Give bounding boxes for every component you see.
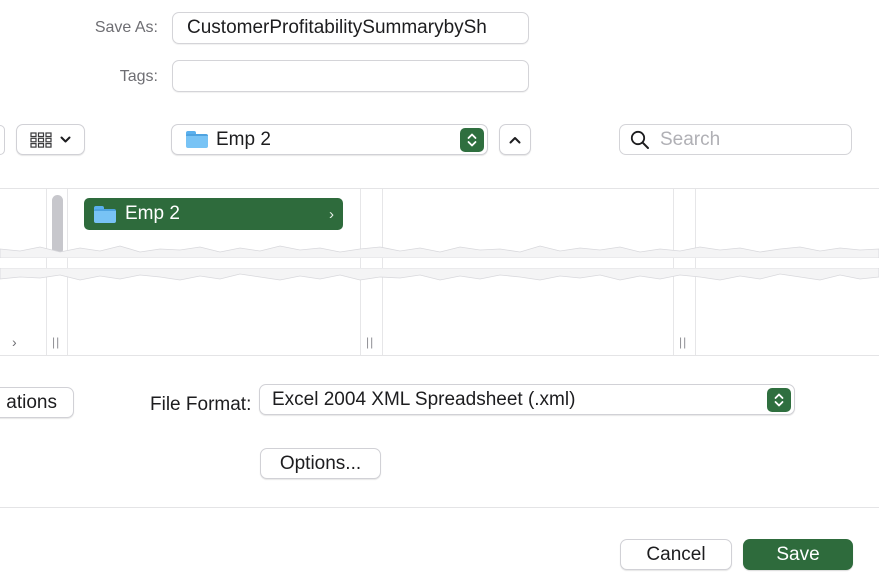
tags-field[interactable] xyxy=(172,60,529,92)
column-resize-handle[interactable]: || xyxy=(52,335,60,349)
location-label: Emp 2 xyxy=(216,128,271,150)
torn-edge-bottom-decoration xyxy=(0,268,879,281)
back-forward-button[interactable] xyxy=(0,125,5,155)
search-icon xyxy=(630,130,649,149)
save-button-label: Save xyxy=(776,543,820,565)
file-format-popup[interactable]: Excel 2004 XML Spreadsheet (.xml) xyxy=(259,384,795,415)
chevron-up-icon xyxy=(509,136,521,143)
partial-button-label: ations xyxy=(6,391,57,413)
column-resize-handle[interactable]: || xyxy=(366,335,374,349)
folder-row-label: Emp 2 xyxy=(125,203,180,224)
options-button[interactable]: Options... xyxy=(260,448,381,479)
new-folder-button[interactable]: ations xyxy=(0,387,74,418)
collapse-button[interactable] xyxy=(499,124,531,155)
save-as-field[interactable] xyxy=(172,12,529,44)
chevron-right-icon: › xyxy=(329,205,334,223)
options-button-label: Options... xyxy=(279,452,362,474)
chevron-down-icon xyxy=(60,136,71,142)
view-mode-button[interactable] xyxy=(16,124,85,155)
column-resize-handle[interactable]: || xyxy=(679,335,687,349)
location-popup[interactable]: Emp 2 xyxy=(171,124,488,155)
file-format-label: File Format: xyxy=(150,394,252,415)
cancel-button[interactable]: Cancel xyxy=(620,539,732,570)
popup-stepper-icon xyxy=(460,128,484,152)
footer-divider xyxy=(0,507,879,508)
folder-icon xyxy=(186,131,208,148)
search-field[interactable]: Search xyxy=(619,124,852,155)
save-button[interactable]: Save xyxy=(743,539,853,570)
tags-label: Tags: xyxy=(119,68,158,85)
folder-row-emp-2[interactable]: Emp 2 › xyxy=(84,198,343,230)
left-column-chevron-icon: › xyxy=(12,334,17,350)
icon-grid-icon xyxy=(30,131,52,148)
torn-edge-top-decoration xyxy=(0,245,879,258)
file-format-value: Excel 2004 XML Spreadsheet (.xml) xyxy=(272,388,576,410)
cancel-button-label: Cancel xyxy=(646,543,706,565)
search-placeholder: Search xyxy=(660,128,721,150)
popup-stepper-icon xyxy=(767,388,791,412)
save-as-label: Save As: xyxy=(94,19,158,36)
folder-icon xyxy=(94,205,116,223)
